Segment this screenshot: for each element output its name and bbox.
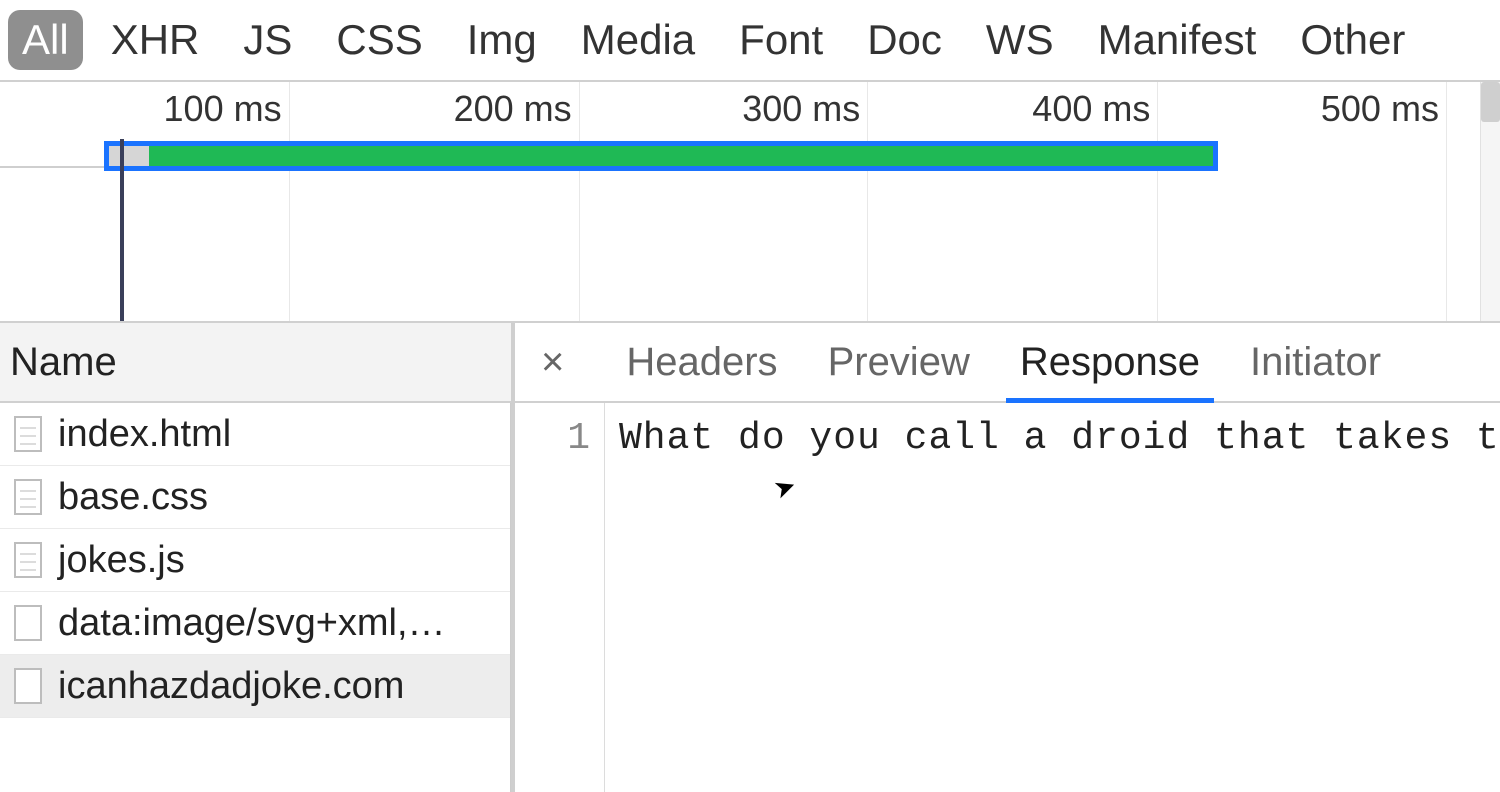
timeline-baseline [0,166,104,168]
request-row[interactable]: base.css [0,466,510,529]
tab-headers[interactable]: Headers [626,323,777,401]
filter-ws[interactable]: WS [964,0,1076,80]
network-filter-bar: All XHR JS CSS Img Media Font Doc WS Man… [0,0,1500,82]
timeline-scrollbar[interactable] [1480,82,1500,321]
detail-tabs: × Headers Preview Response Initiator » [515,323,1500,403]
file-icon [14,605,42,641]
timeline-scrollbar-thumb[interactable] [1481,82,1500,122]
request-label: base.css [58,476,208,519]
line-number: 1 [515,417,590,460]
timeline-grid: 100 ms 200 ms 300 ms 400 ms 500 ms [0,82,1480,321]
network-timeline[interactable]: 100 ms 200 ms 300 ms 400 ms 500 ms [0,82,1500,323]
request-row[interactable]: icanhazdadjoke.com [0,655,510,718]
filter-xhr[interactable]: XHR [89,0,222,80]
request-label: icanhazdadjoke.com [58,665,404,708]
request-label: data:image/svg+xml,… [58,602,446,645]
requests-header[interactable]: Name [0,323,511,403]
timeline-tick-label: 200 ms [454,88,572,130]
timeline-tick-label: 100 ms [164,88,282,130]
filter-font[interactable]: Font [717,0,845,80]
filter-js[interactable]: JS [221,0,314,80]
timeline-tick-label: 300 ms [742,88,860,130]
response-text[interactable]: What do you call a droid that takes the … [605,403,1500,792]
file-icon [14,668,42,704]
detail-pane: × Headers Preview Response Initiator » 1… [515,323,1500,792]
filter-img[interactable]: Img [445,0,559,80]
response-body: 1 What do you call a droid that takes th… [515,403,1500,792]
requests-list: index.html base.css jokes.js data:image/… [0,403,511,792]
file-icon [14,416,42,452]
filter-manifest[interactable]: Manifest [1076,0,1279,80]
request-row[interactable]: index.html [0,403,510,466]
filter-doc[interactable]: Doc [845,0,964,80]
filter-all[interactable]: All [8,10,83,70]
request-label: jokes.js [58,539,185,582]
timeline-tick-label: 500 ms [1321,88,1439,130]
tab-initiator[interactable]: Initiator [1250,323,1381,401]
tab-preview[interactable]: Preview [828,323,970,401]
timeline-selection[interactable] [104,141,1218,171]
tab-response[interactable]: Response [1020,323,1200,401]
request-row[interactable]: data:image/svg+xml,… [0,592,510,655]
timeline-tick-label: 400 ms [1032,88,1150,130]
requests-pane: Name index.html base.css jokes.js data:i… [0,323,515,792]
filter-other[interactable]: Other [1278,0,1427,80]
file-icon [14,479,42,515]
timeline-playhead[interactable] [120,139,124,321]
file-icon [14,542,42,578]
filter-css[interactable]: CSS [314,0,444,80]
line-number-gutter: 1 [515,403,605,792]
lower-split: Name index.html base.css jokes.js data:i… [0,323,1500,792]
close-icon[interactable]: × [529,340,576,385]
request-row[interactable]: jokes.js [0,529,510,592]
timeline-selection-fill [149,146,1213,166]
filter-media[interactable]: Media [559,0,717,80]
request-label: index.html [58,413,231,456]
